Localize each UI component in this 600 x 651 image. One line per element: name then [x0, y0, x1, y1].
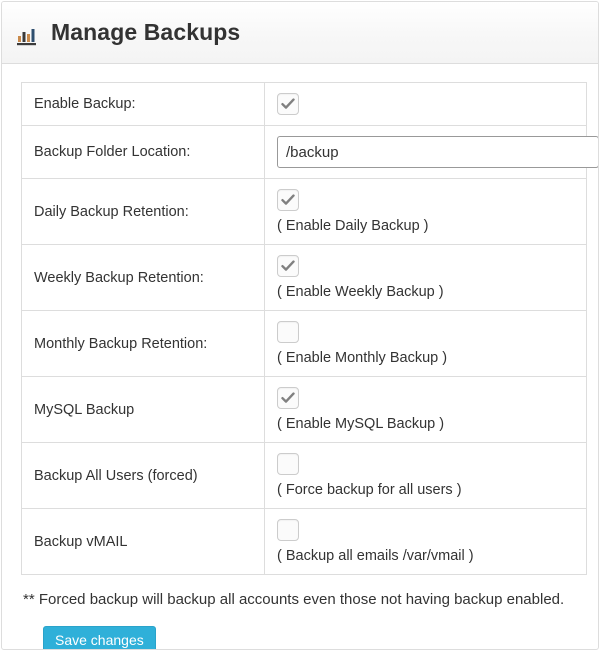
row-label: Backup vMAIL [21, 508, 265, 575]
monthly-backup-checkbox[interactable] [277, 321, 299, 343]
save-changes-button[interactable]: Save changes [43, 626, 156, 649]
row-field: ( Backup all emails /var/vmail ) [264, 508, 587, 575]
table-row: Monthly Backup Retention: ( Enable Month… [21, 310, 587, 377]
row-field [264, 125, 598, 179]
daily-backup-checkbox[interactable] [277, 189, 299, 211]
panel-body: Enable Backup: Backup Folder Location: /… [2, 64, 598, 649]
page-title: Manage Backups [51, 19, 241, 45]
row-hint: ( Force backup for all users ) [277, 482, 462, 498]
row-field: ( Force backup for all users ) [264, 442, 587, 509]
table-row: Enable Backup: [21, 82, 587, 126]
bar-chart-icon [17, 25, 37, 45]
row-label: Enable Backup: [21, 82, 265, 126]
table-row: MySQL Backup ( Enable MySQL Backup ) [21, 376, 587, 443]
row-label: Weekly Backup Retention: [21, 244, 265, 311]
row-label: Backup All Users (forced) [21, 442, 265, 509]
table-row: Backup All Users (forced) ( Force backup… [21, 442, 587, 509]
row-field [264, 82, 587, 126]
row-label: MySQL Backup [21, 376, 265, 443]
row-field: ( Enable Monthly Backup ) [264, 310, 587, 377]
row-label: Monthly Backup Retention: [21, 310, 265, 377]
row-field: ( Enable Weekly Backup ) [264, 244, 587, 311]
backup-vmail-checkbox[interactable] [277, 519, 299, 541]
row-hint: ( Enable Monthly Backup ) [277, 350, 448, 366]
row-label: Backup Folder Location: [21, 125, 265, 179]
backup-all-users-checkbox[interactable] [277, 453, 299, 475]
table-row: Backup vMAIL ( Backup all emails /var/vm… [21, 508, 587, 575]
row-field: ( Enable MySQL Backup ) [264, 376, 587, 443]
backup-folder-location-input[interactable] [277, 136, 598, 168]
enable-backup-checkbox[interactable] [277, 93, 299, 115]
table-row: Weekly Backup Retention: ( Enable Weekly… [21, 244, 587, 311]
row-hint: ( Enable Daily Backup ) [277, 218, 429, 234]
mysql-backup-checkbox[interactable] [277, 387, 299, 409]
row-label: Daily Backup Retention: [21, 178, 265, 245]
row-hint: ( Enable Weekly Backup ) [277, 284, 444, 300]
weekly-backup-checkbox[interactable] [277, 255, 299, 277]
row-hint: ( Backup all emails /var/vmail ) [277, 548, 474, 564]
table-row: Daily Backup Retention: ( Enable Daily B… [21, 178, 587, 245]
forced-backup-note: ** Forced backup will backup all account… [23, 591, 565, 608]
panel-header: Manage Backups [2, 2, 598, 64]
row-hint: ( Enable MySQL Backup ) [277, 416, 445, 432]
backup-settings-table: Enable Backup: Backup Folder Location: /… [21, 82, 598, 575]
table-row: Backup Folder Location: [21, 125, 598, 179]
page-title-group: Manage Backups [17, 19, 240, 46]
row-field: ( Enable Daily Backup ) [264, 178, 587, 245]
manage-backups-panel: Manage Backups Enable Backup: Backup Fol… [1, 1, 599, 650]
